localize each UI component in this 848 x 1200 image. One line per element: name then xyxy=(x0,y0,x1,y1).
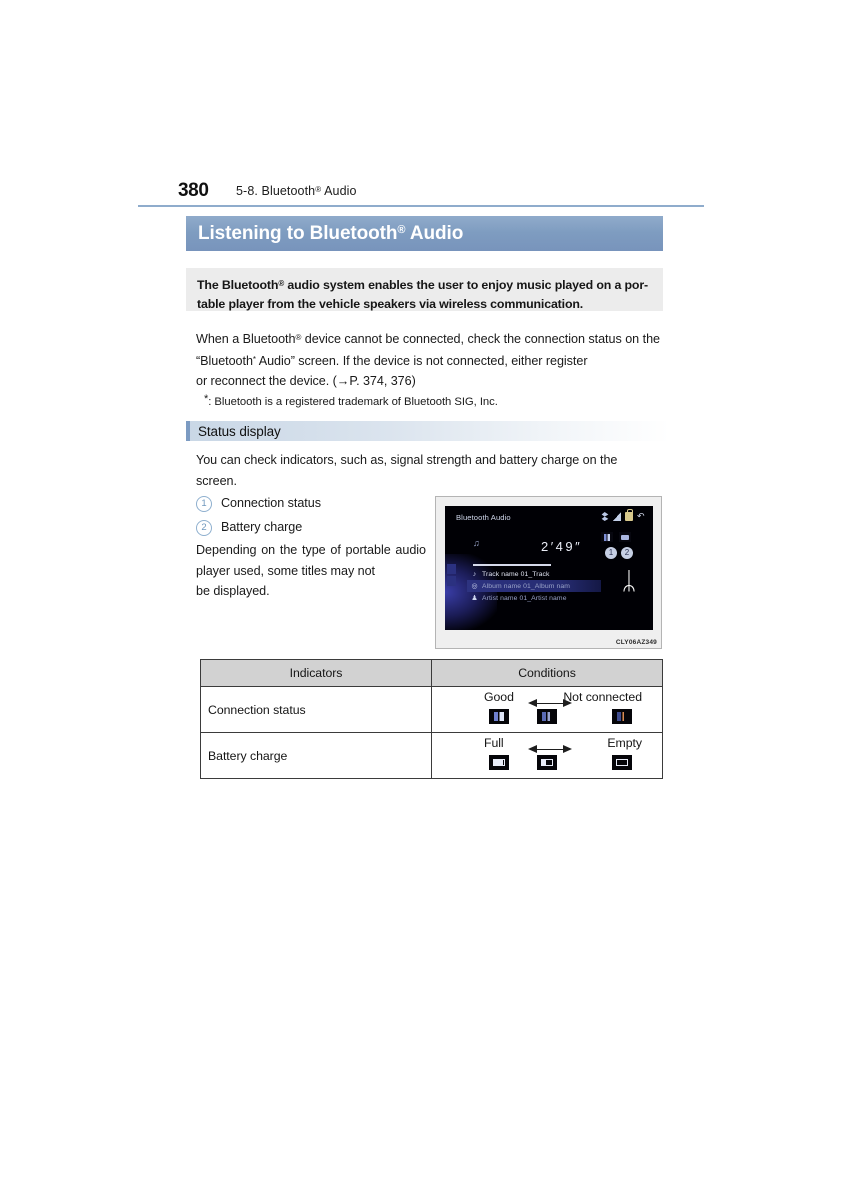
manual-page: 380 5-8. Bluetooth® Audio Listening to B… xyxy=(0,0,848,1200)
arrow-right-head-icon xyxy=(563,745,572,753)
signal-medium-icon xyxy=(537,709,557,724)
running-header: 380 5-8. Bluetooth® Audio xyxy=(178,180,698,206)
track-icon: ♪ xyxy=(472,570,477,578)
section-title: 5-8. Bluetooth® Audio xyxy=(236,184,357,198)
side-chip-icon[interactable] xyxy=(447,564,456,574)
page-number: 380 xyxy=(178,180,209,201)
battery-empty-icon xyxy=(612,755,632,770)
screen-side-buttons xyxy=(447,564,456,588)
signal-none-icon xyxy=(612,709,632,724)
music-note-icon: ♫ xyxy=(473,538,480,548)
track-name: Track name 01_Track xyxy=(482,570,550,578)
condition-right-label: Empty xyxy=(607,736,642,750)
callout-marker-1-icon: 1 xyxy=(196,496,212,512)
screen-callout-markers: 1 2 xyxy=(605,547,633,559)
callout-label: Connection status xyxy=(221,496,321,510)
condition-right-label: Not connected xyxy=(563,690,642,704)
lead-last-line: screen. xyxy=(196,473,237,488)
indicator-table: Indicators Conditions Connection status … xyxy=(200,659,663,779)
lock-icon xyxy=(625,509,633,521)
album-icon: ◎ xyxy=(471,583,478,590)
footnote: *: Bluetooth is a registered trademark o… xyxy=(204,391,664,410)
column-header-indicators: Indicators xyxy=(200,659,432,687)
header-rule xyxy=(138,205,704,207)
subsection-heading: Status display xyxy=(198,423,281,439)
screen-callout-2-icon: 2 xyxy=(621,547,633,559)
body-paragraph-last-line: or reconnect the device. (→P. 374, 376) xyxy=(196,374,416,388)
note-last-line: be displayed. xyxy=(196,584,270,598)
arrow-right-head-icon xyxy=(563,699,572,707)
arrow-line xyxy=(534,749,566,750)
footnote-text: : Bluetooth is a registered trademark of… xyxy=(208,396,498,408)
table-row: Connection status Good Not connected xyxy=(200,686,663,733)
signal-bars-icon xyxy=(613,512,621,521)
track-name-row: ♪ Track name 01_Track xyxy=(467,568,601,580)
artist-name: Artist name 01_Artist name xyxy=(482,594,567,602)
screen-title: Bluetooth Audio xyxy=(456,513,511,522)
signal-good-icon xyxy=(489,709,509,724)
arrow-line xyxy=(534,703,566,704)
bidirectional-arrow-icon xyxy=(528,745,572,754)
table-header-row: Indicators Conditions xyxy=(200,659,663,687)
side-chip-icon[interactable] xyxy=(447,576,456,586)
artist-name-row: ♟ Artist name 01_Artist name xyxy=(467,592,601,604)
bluetooth-large-icon: ᛦ xyxy=(621,567,637,595)
list-item: 2 Battery charge xyxy=(196,517,428,537)
bidirectional-arrow-icon xyxy=(528,699,572,708)
subsection-lead-paragraph: You can check indicators, such as, signa… xyxy=(196,450,660,491)
bluetooth-icon xyxy=(601,512,609,521)
head-unit-screen: Bluetooth Audio ↶ ♫ 2′49″ 1 2 ♪ Track na… xyxy=(445,506,653,630)
screen-illustration: Bluetooth Audio ↶ ♫ 2′49″ 1 2 ♪ Track na… xyxy=(435,496,662,649)
callout-label: Battery charge xyxy=(221,520,303,534)
track-time: 2′49″ xyxy=(541,539,583,554)
album-name-row: ◎ Album name 01_Album nam xyxy=(467,580,601,592)
screen-status-bar: ↶ xyxy=(601,509,647,521)
back-arrow-icon[interactable]: ↶ xyxy=(637,512,647,521)
artist-icon: ♟ xyxy=(471,595,478,602)
list-item: 1 Connection status xyxy=(196,493,428,513)
row-label-connection-status: Connection status xyxy=(200,686,432,733)
row-conditions-battery-charge: Full Empty xyxy=(431,732,663,779)
left-column-note: Depending on the type of portable audio … xyxy=(196,540,426,602)
track-info-list: ♪ Track name 01_Track ◎ Album name 01_Al… xyxy=(467,568,601,604)
body-paragraph: When a Bluetooth® device cannot be conne… xyxy=(196,328,660,392)
subsection-heading-bar: Status display xyxy=(186,421,670,441)
connection-status-icon xyxy=(601,532,613,542)
table-row: Battery charge Full Empty xyxy=(200,732,663,779)
battery-charge-icon xyxy=(619,532,631,542)
figure-code: CLY06AZ349 xyxy=(615,639,657,646)
row-label-battery-charge: Battery charge xyxy=(200,732,432,779)
screen-indicator-group xyxy=(601,532,631,542)
intro-callout-box: The Bluetooth® audio system enables the … xyxy=(186,268,663,311)
battery-full-icon xyxy=(489,755,509,770)
condition-left-label: Full xyxy=(484,736,504,750)
row-conditions-connection-status: Good Not connected xyxy=(431,686,663,733)
battery-half-icon xyxy=(537,755,557,770)
album-name: Album name 01_Album nam xyxy=(482,582,571,590)
callout-list: 1 Connection status 2 Battery charge xyxy=(196,493,428,541)
callout-marker-2-icon: 2 xyxy=(196,520,212,536)
page-title-bar: Listening to Bluetooth® Audio xyxy=(186,216,663,251)
page-title: Listening to Bluetooth® Audio xyxy=(198,222,464,244)
condition-left-label: Good xyxy=(484,690,514,704)
screen-callout-1-icon: 1 xyxy=(605,547,617,559)
intro-text: The Bluetooth® audio system enables the … xyxy=(197,278,648,311)
progress-bar[interactable] xyxy=(473,564,551,566)
column-header-conditions: Conditions xyxy=(431,659,663,687)
